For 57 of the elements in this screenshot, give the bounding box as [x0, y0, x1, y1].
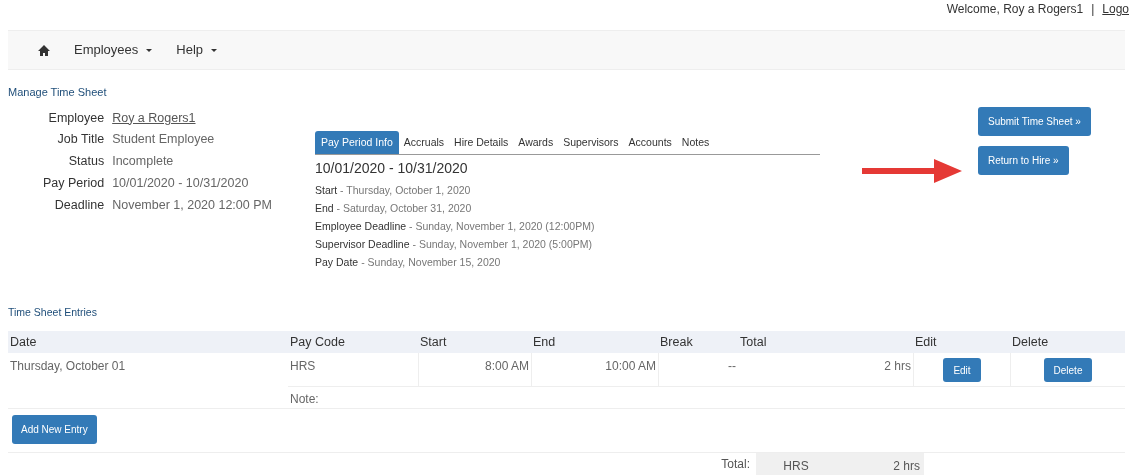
- field-value: Incomplete: [112, 153, 175, 170]
- home-icon[interactable]: [38, 44, 50, 56]
- arrow-icon: [860, 156, 964, 185]
- field-label: Deadline: [53, 196, 105, 214]
- field-value: Student Employee: [112, 131, 216, 149]
- total-hours: 2 hrs: [836, 452, 924, 475]
- column-header: Total: [739, 333, 768, 351]
- caret-icon: [211, 48, 218, 52]
- tab[interactable]: Hire Details: [449, 130, 514, 155]
- period-detail: Employee Deadline - Sunday, November 1, 2020 (12:00PM): [315, 219, 596, 235]
- total-label: Total:: [720, 455, 750, 473]
- edit-button[interactable]: Edit: [943, 358, 981, 382]
- period-title: 10/01/2020 - 10/31/2020: [315, 159, 469, 179]
- caret-icon: [146, 48, 153, 52]
- tab[interactable]: Accruals: [398, 130, 450, 155]
- entries-title: Time Sheet Entries: [8, 305, 98, 321]
- nav-menu[interactable]: Help: [176, 40, 218, 60]
- add-entry-button[interactable]: Add New Entry: [12, 415, 97, 444]
- field-value: 10/01/2020 - 10/31/2020: [112, 174, 250, 192]
- field-label: Pay Period: [42, 174, 105, 192]
- column-header: Start: [419, 333, 448, 351]
- period-detail: End - Saturday, October 31, 2020: [315, 201, 473, 217]
- nav-menu[interactable]: Employees: [74, 40, 153, 60]
- tab[interactable]: Pay Period Info: [315, 130, 399, 155]
- employee-link[interactable]: Roy a Rogers1: [112, 108, 295, 128]
- tab[interactable]: Notes: [676, 130, 715, 155]
- field-label: Employee: [47, 109, 105, 127]
- table-cell: 2 hrs: [738, 353, 913, 387]
- separator-text: |: [1091, 1, 1095, 18]
- tab[interactable]: Awards: [513, 130, 559, 155]
- welcome-text: Welcome, Roy a Rogers1: [946, 1, 1084, 18]
- delete-button[interactable]: Delete: [1043, 358, 1093, 382]
- page-title: Manage Time Sheet: [8, 85, 108, 100]
- column-header: Break: [659, 333, 694, 351]
- table-cell: 10:00 AM: [531, 353, 658, 387]
- period-detail: Supervisor Deadline - Sunday, November 1, 2020 (5:00PM): [315, 237, 594, 253]
- column-header: Edit: [914, 333, 938, 351]
- column-header: Date: [9, 333, 38, 351]
- period-detail: Start - Thursday, October 1, 2020: [315, 183, 472, 199]
- tab[interactable]: Accounts: [623, 130, 677, 155]
- column-header: End: [532, 333, 557, 351]
- column-header: Delete: [1011, 333, 1050, 351]
- tab[interactable]: Supervisors: [558, 130, 624, 155]
- table-cell: --: [658, 353, 738, 387]
- field-value: November 1, 2020 12:00 PM: [112, 196, 273, 214]
- action-button[interactable]: Submit Time Sheet »: [978, 106, 1091, 136]
- total-code: HRS: [756, 452, 836, 475]
- logout-link[interactable]: Logo: [1102, 0, 1129, 18]
- action-button[interactable]: Return to Hire »: [978, 145, 1069, 175]
- field-label: Status: [67, 153, 105, 170]
- field-label: Job Title: [56, 131, 105, 149]
- table-cell-text: Thursday, October 01: [9, 358, 127, 375]
- table-cell: 8:00 AM: [418, 353, 531, 387]
- note-label: Note:: [289, 391, 320, 408]
- column-header: Pay Code: [289, 333, 346, 351]
- period-detail: Pay Date - Sunday, November 15, 2020: [315, 255, 502, 271]
- table-cell: HRS: [288, 353, 418, 387]
